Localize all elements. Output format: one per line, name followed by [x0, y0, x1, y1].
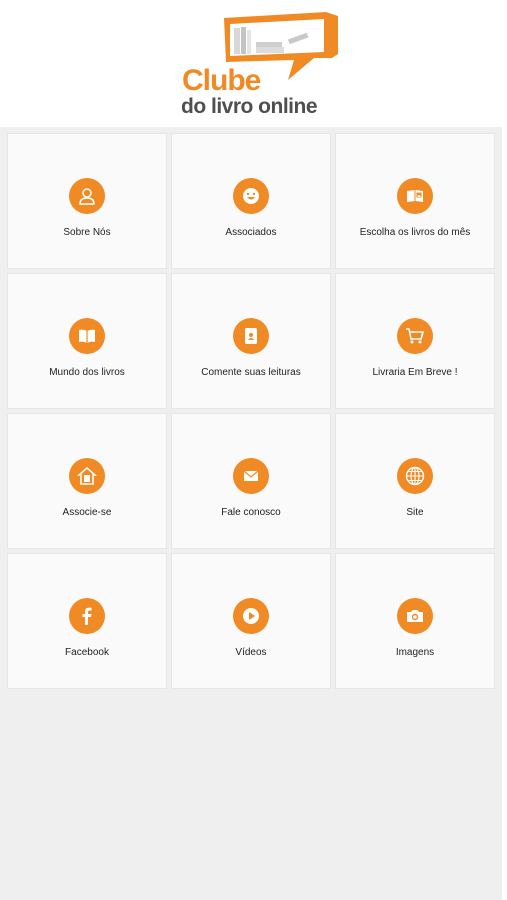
- tile-label: Facebook: [65, 647, 109, 658]
- tile-comente-leituras[interactable]: Comente suas leituras: [172, 274, 330, 408]
- camera-icon: [397, 598, 433, 634]
- cart-icon: [397, 318, 433, 354]
- facebook-icon: [69, 598, 105, 634]
- tile-associados[interactable]: Associados: [172, 134, 330, 268]
- logo-title: Clube: [182, 64, 261, 97]
- tile-label: Associados: [225, 227, 277, 238]
- tile-videos[interactable]: Vídeos: [172, 554, 330, 688]
- tile-sobre-nos[interactable]: Sobre Nós: [8, 134, 166, 268]
- tile-site[interactable]: Site: [336, 414, 494, 548]
- open-book-icon: [69, 318, 105, 354]
- logo-subtitle: do livro online: [181, 95, 318, 118]
- tile-mundo-dos-livros[interactable]: Mundo dos livros: [8, 274, 166, 408]
- note-icon: [233, 318, 269, 354]
- scrollbar-track: [502, 127, 507, 900]
- house-tablet-icon: [69, 458, 105, 494]
- tile-imagens[interactable]: Imagens: [336, 554, 494, 688]
- tile-escolha-livros[interactable]: Escolha os livros do mês: [336, 134, 494, 268]
- tile-label: Fale conosco: [221, 507, 281, 518]
- tile-facebook[interactable]: Facebook: [8, 554, 166, 688]
- tile-label: Comente suas leituras: [201, 367, 301, 378]
- tile-label: Mundo dos livros: [49, 367, 125, 378]
- tile-label: Site: [406, 507, 424, 518]
- tile-label: Escolha os livros do mês: [359, 227, 471, 238]
- tile-associe-se[interactable]: Associe-se: [8, 414, 166, 548]
- tile-label: Sobre Nós: [63, 227, 111, 238]
- tile-label: Associe-se: [62, 507, 112, 518]
- envelope-icon: [233, 458, 269, 494]
- tile-livraria[interactable]: Livraria Em Breve !: [336, 274, 494, 408]
- play-icon: [233, 598, 269, 634]
- tile-label: Imagens: [395, 647, 435, 658]
- tile-label: Livraria Em Breve !: [372, 367, 458, 378]
- globe-icon: [397, 458, 433, 494]
- app-header: Clube do livro online: [0, 0, 507, 127]
- smiley-icon: [233, 178, 269, 214]
- picture-book-icon: [397, 178, 433, 214]
- user-icon: [69, 178, 105, 214]
- tile-fale-conosco[interactable]: Fale conosco: [172, 414, 330, 548]
- tile-label: Vídeos: [235, 647, 267, 658]
